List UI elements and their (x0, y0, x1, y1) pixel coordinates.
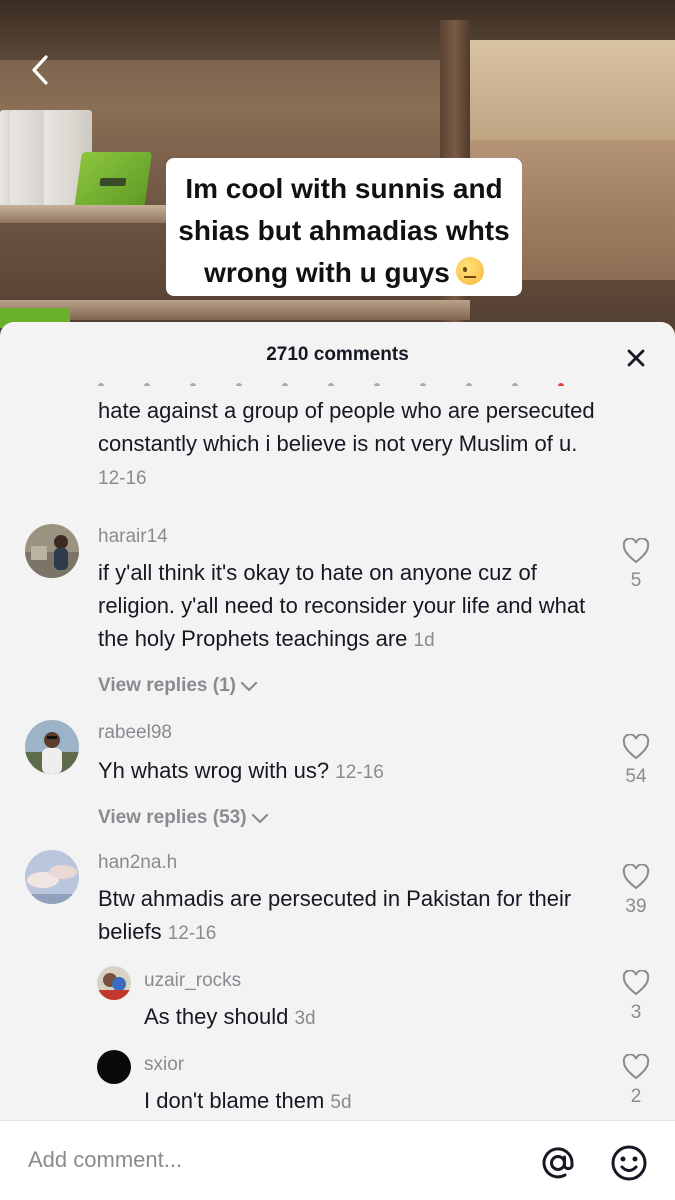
comment-text: if y'all think it's okay to hate on anyo… (98, 560, 586, 651)
reply-username[interactable]: uzair_rocks (144, 970, 604, 992)
heart-outline-icon (622, 970, 650, 996)
like-count: 3 (630, 1002, 642, 1023)
heart-outline-icon (622, 734, 650, 760)
comment-username[interactable]: harair14 (98, 526, 598, 548)
comment-body: harair14 if y'all think it's okay to hat… (98, 526, 598, 697)
avatar[interactable] (97, 966, 131, 1000)
reply-text: I don't blame them (144, 1088, 325, 1113)
like-button[interactable]: 2 (616, 1054, 656, 1108)
comment-body: han2na.h Btw ahmadis are persecuted in P… (98, 852, 598, 950)
like-count: 39 (625, 896, 647, 917)
view-replies-label: View replies (53) (98, 807, 247, 828)
smiley-icon (611, 1145, 647, 1181)
comment-text: Yh whats wrog with us? (98, 758, 330, 783)
green-box (73, 152, 153, 210)
clipped-text (98, 376, 618, 386)
emoji-button[interactable] (609, 1143, 649, 1183)
heart-outline-icon (622, 1054, 650, 1080)
chevron-down-icon (240, 681, 258, 692)
close-button[interactable] (622, 344, 650, 372)
comment-text: hate against a group of people who are p… (98, 398, 595, 456)
like-button[interactable]: 3 (616, 970, 656, 1024)
comment-time: 1d (413, 630, 435, 651)
comment-input[interactable]: Add comment... (28, 1147, 182, 1173)
reply-time: 3d (294, 1008, 316, 1029)
reply-time: 5d (330, 1092, 352, 1113)
view-replies-label: View replies (1) (98, 675, 236, 696)
reply-body: sxior I don't blame them 5d (144, 1054, 604, 1119)
avatar[interactable] (25, 850, 79, 904)
view-replies-button[interactable]: View replies (1) (98, 675, 258, 697)
comment-body: rabeel98 Yh whats wrog with us? 12-16 Vi… (98, 722, 598, 829)
view-replies-button[interactable]: View replies (53) (98, 807, 269, 829)
at-sign-icon (542, 1147, 574, 1179)
close-icon (627, 349, 645, 367)
raised-eyebrow-emoji-icon (455, 257, 484, 285)
comment-username[interactable]: han2na.h (98, 852, 598, 874)
wood-panel (470, 40, 675, 140)
comment-username[interactable]: rabeel98 (98, 722, 598, 744)
heart-outline-icon (622, 538, 650, 564)
avatar[interactable] (25, 720, 79, 774)
like-button[interactable]: 39 (616, 864, 656, 918)
avatar[interactable] (97, 1050, 131, 1084)
back-button[interactable] (22, 50, 58, 90)
like-button[interactable]: 5 (616, 538, 656, 592)
comments-sheet: 2710 comments hate against a group of pe… (0, 322, 675, 1200)
reply-body: uzair_rocks As they should 3d (144, 970, 604, 1035)
reply-username[interactable]: sxior (144, 1054, 604, 1076)
comment-time: 12-16 (335, 762, 384, 783)
comment-time: 12-16 (98, 468, 147, 489)
comments-count-title: 2710 comments (266, 344, 409, 365)
mention-button[interactable] (538, 1143, 578, 1183)
video-caption: Im cool with sunnis and shias but ahmadi… (166, 158, 522, 296)
comment-time: 12-16 (167, 923, 217, 944)
heart-outline-icon (622, 864, 650, 890)
shelf-board (0, 300, 470, 320)
like-count: 54 (625, 766, 647, 787)
chevron-left-icon (32, 55, 48, 85)
like-count: 2 (630, 1086, 642, 1107)
comment-continued: hate against a group of people who are p… (98, 394, 598, 495)
like-count: 5 (630, 570, 642, 591)
avatar[interactable] (25, 524, 79, 578)
comment-input-bar: Add comment... (0, 1120, 675, 1200)
chevron-down-icon (251, 813, 268, 824)
reply-text: As they should (144, 1004, 289, 1029)
video-background: Im cool with sunnis and shias but ahmadi… (0, 0, 675, 360)
like-button[interactable]: 54 (616, 734, 656, 788)
